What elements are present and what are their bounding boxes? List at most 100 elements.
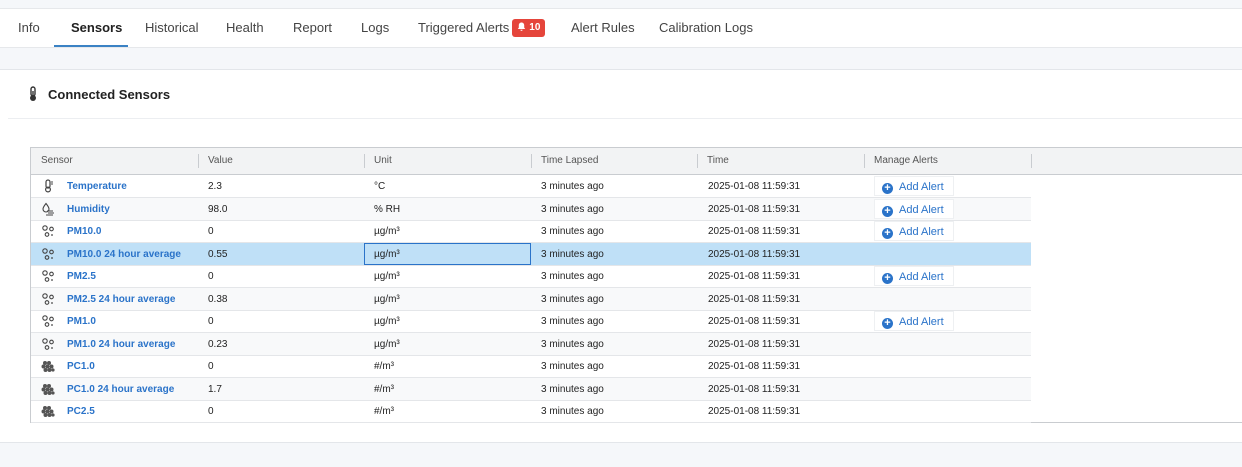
table-row[interactable]: PM10.0 0 µg/m³ 3 minutes ago 2025-01-08 11:5… bbox=[31, 220, 1031, 243]
sensor-value: 98.0 bbox=[208, 204, 228, 215]
column-header-manage-alerts[interactable]: Manage Alerts bbox=[864, 148, 1031, 174]
time-lapsed: 3 minutes ago bbox=[541, 316, 604, 327]
sensor-unit: #/m³ bbox=[374, 361, 394, 372]
table-row[interactable]: Humidity 98.0 % RH 3 minutes ago 2025-01-08 … bbox=[31, 198, 1031, 221]
column-separator bbox=[1031, 154, 1032, 168]
table-row[interactable]: PM2.5 0 µg/m³ 3 minutes ago 2025-01-08 11:59… bbox=[31, 265, 1031, 288]
add-alert-button[interactable]: + Add Alert bbox=[874, 199, 954, 219]
tab-bar: Info Sensors Historical Health Report Lo… bbox=[0, 9, 1242, 48]
particles-icon bbox=[41, 292, 55, 306]
table-row[interactable]: PC2.5 0 #/m³ 3 minutes ago 2025-01-08 11:59:… bbox=[31, 400, 1031, 423]
sensor-value: 0 bbox=[208, 271, 214, 282]
column-header-value[interactable]: Value bbox=[198, 148, 364, 174]
time-lapsed: 3 minutes ago bbox=[541, 294, 604, 305]
sensor-name[interactable]: PC2.5 bbox=[67, 400, 95, 422]
sensor-unit: µg/m³ bbox=[374, 226, 400, 237]
column-header-time-lapsed[interactable]: Time Lapsed bbox=[531, 148, 697, 174]
humidity-icon bbox=[41, 202, 55, 216]
column-header-sensor[interactable]: Sensor bbox=[31, 148, 198, 174]
table-row[interactable]: PM10.0 24 hour average 0.55 µg/m³ 3 minutes… bbox=[31, 243, 1031, 266]
table-row[interactable]: PM1.0 24 hour average 0.23 µg/m³ 3 minutes … bbox=[31, 333, 1031, 356]
tab-calibration-logs[interactable]: Calibration Logs bbox=[659, 9, 753, 47]
sensor-unit: µg/m³ bbox=[374, 316, 400, 327]
tab-report[interactable]: Report bbox=[293, 9, 332, 47]
particles-icon bbox=[41, 247, 55, 261]
particle-count-icon bbox=[41, 359, 55, 373]
table-row[interactable]: PM2.5 24 hour average 0.38 µg/m³ 3 minutes … bbox=[31, 288, 1031, 311]
time-lapsed: 3 minutes ago bbox=[541, 249, 604, 260]
add-alert-label: Add Alert bbox=[899, 204, 944, 216]
sensor-name[interactable]: PM2.5 bbox=[67, 265, 96, 287]
particle-count-icon bbox=[41, 404, 55, 418]
add-alert-button[interactable]: + Add Alert bbox=[874, 311, 954, 331]
panel-header: Connected Sensors bbox=[8, 70, 1242, 119]
sensor-name[interactable]: PM1.0 bbox=[67, 310, 96, 332]
sensor-unit: °C bbox=[374, 181, 386, 192]
time-lapsed: 3 minutes ago bbox=[541, 406, 604, 417]
table-row[interactable]: PC1.0 24 hour average 1.7 #/m³ 3 minutes ag… bbox=[31, 378, 1031, 401]
sensor-name[interactable]: Humidity bbox=[67, 198, 110, 220]
sensor-unit: µg/m³ bbox=[374, 294, 400, 305]
reading-time: 2025-01-08 11:59:31 bbox=[708, 316, 801, 327]
plus-circle-icon: + bbox=[882, 318, 893, 329]
sensor-value: 0.23 bbox=[208, 339, 228, 350]
reading-time: 2025-01-08 11:59:31 bbox=[708, 294, 801, 305]
tab-triggered-alerts[interactable]: Triggered Alerts 10 bbox=[418, 9, 546, 47]
sensor-name[interactable]: PM2.5 24 hour average bbox=[67, 288, 175, 310]
sensor-unit: µg/m³ bbox=[374, 339, 400, 350]
particle-count-icon bbox=[41, 382, 55, 396]
time-lapsed: 3 minutes ago bbox=[541, 361, 604, 372]
sensor-value: 0.55 bbox=[208, 249, 228, 260]
sensor-name[interactable]: PC1.0 24 hour average bbox=[67, 378, 174, 400]
sensor-name[interactable]: PM10.0 24 hour average bbox=[67, 243, 181, 265]
panel-title: Connected Sensors bbox=[48, 87, 171, 102]
tab-info[interactable]: Info bbox=[18, 9, 40, 47]
tab-alert-rules[interactable]: Alert Rules bbox=[571, 9, 635, 47]
add-alert-label: Add Alert bbox=[899, 316, 944, 328]
sensor-value: 0 bbox=[208, 406, 214, 417]
tab-triggered-alerts-label: Triggered Alerts bbox=[418, 20, 510, 35]
sensor-unit: % RH bbox=[374, 204, 401, 215]
plus-circle-icon: + bbox=[882, 228, 893, 239]
particles-icon bbox=[41, 314, 55, 328]
tab-sensors[interactable]: Sensors bbox=[71, 9, 122, 47]
reading-time: 2025-01-08 11:59:31 bbox=[708, 226, 801, 237]
particles-icon bbox=[41, 224, 55, 238]
sensor-value: 0 bbox=[208, 316, 214, 327]
tab-logs[interactable]: Logs bbox=[361, 9, 389, 47]
plus-circle-icon: + bbox=[882, 206, 893, 217]
reading-time: 2025-01-08 11:59:31 bbox=[708, 384, 801, 395]
table-header: Sensor Value Unit Time Lapsed Time Manag… bbox=[31, 148, 1242, 175]
active-tab-indicator bbox=[54, 45, 128, 47]
table-row[interactable]: Temperature 2.3 °C 3 minutes ago 2025-01-08 … bbox=[31, 175, 1031, 198]
sensor-unit: #/m³ bbox=[374, 406, 394, 417]
reading-time: 2025-01-08 11:59:31 bbox=[708, 339, 801, 350]
time-lapsed: 3 minutes ago bbox=[541, 271, 604, 282]
thermometer-icon bbox=[41, 179, 55, 193]
sensor-value: 1.7 bbox=[208, 384, 222, 395]
tab-health[interactable]: Health bbox=[226, 9, 264, 47]
reading-time: 2025-01-08 11:59:31 bbox=[708, 361, 801, 372]
sensor-name[interactable]: Temperature bbox=[67, 175, 127, 197]
reading-time: 2025-01-08 11:59:31 bbox=[708, 204, 801, 215]
add-alert-button[interactable]: + Add Alert bbox=[874, 266, 954, 286]
table-row[interactable]: PC1.0 0 #/m³ 3 minutes ago 2025-01-08 11:59:… bbox=[31, 355, 1031, 378]
sensor-name[interactable]: PC1.0 bbox=[67, 355, 95, 377]
time-lapsed: 3 minutes ago bbox=[541, 181, 604, 192]
add-alert-button[interactable]: + Add Alert bbox=[874, 221, 954, 241]
sensor-name[interactable]: PM10.0 bbox=[67, 220, 101, 242]
time-lapsed: 3 minutes ago bbox=[541, 204, 604, 215]
add-alert-label: Add Alert bbox=[899, 226, 944, 238]
sensor-unit: #/m³ bbox=[374, 384, 394, 395]
sensor-value: 0.38 bbox=[208, 294, 228, 305]
table-row[interactable]: PM1.0 0 µg/m³ 3 minutes ago 2025-01-08 11:59… bbox=[31, 310, 1031, 333]
bell-icon bbox=[518, 22, 526, 31]
column-header-unit[interactable]: Unit bbox=[364, 148, 531, 174]
sensor-name[interactable]: PM1.0 24 hour average bbox=[67, 333, 175, 355]
tab-historical[interactable]: Historical bbox=[145, 9, 198, 47]
add-alert-button[interactable]: + Add Alert bbox=[874, 176, 954, 196]
connected-sensors-panel: Connected Sensors Sensor Value Unit Time… bbox=[0, 69, 1242, 443]
column-header-time[interactable]: Time bbox=[697, 148, 864, 174]
alert-count: 10 bbox=[529, 21, 541, 33]
plus-circle-icon: + bbox=[882, 273, 893, 284]
